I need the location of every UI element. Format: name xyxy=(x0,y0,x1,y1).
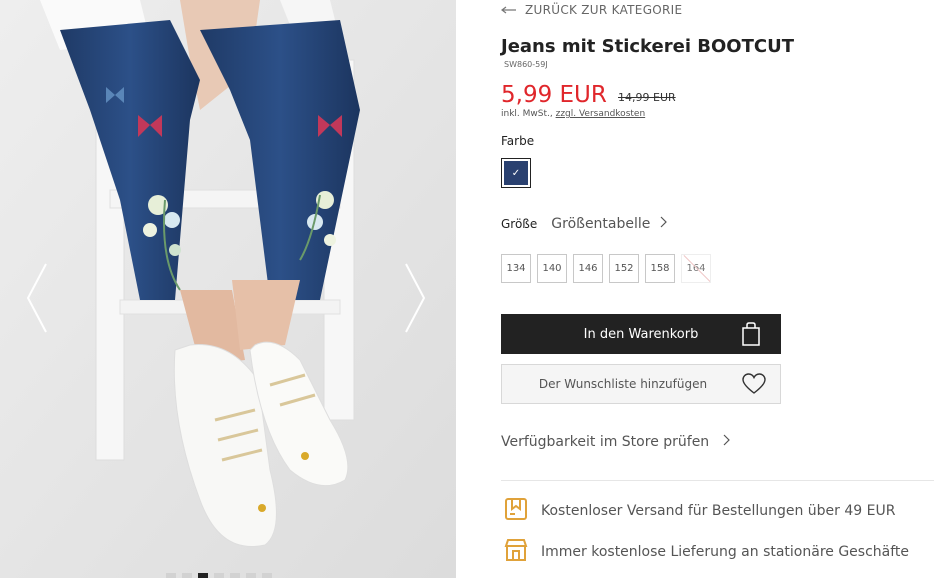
size-chart-link[interactable]: Größentabelle xyxy=(551,216,668,232)
gallery-dot[interactable] xyxy=(198,573,208,578)
product-image-gallery[interactable] xyxy=(0,0,456,578)
add-to-cart-label: In den Warenkorb xyxy=(583,326,699,342)
back-to-category-link[interactable]: ZURÜCK ZUR KATEGORIE xyxy=(501,3,682,17)
vat-info: inkl. MwSt., zzgl. Versandkosten xyxy=(501,109,645,119)
color-label: Farbe xyxy=(501,134,535,148)
benefit-store-delivery-text: Immer kostenlose Lieferung an stationäre… xyxy=(541,544,910,560)
gallery-pagination xyxy=(166,573,272,578)
product-title: Jeans mit Stickerei BOOTCUT xyxy=(501,36,794,57)
size-option-158[interactable]: 158 xyxy=(645,254,675,283)
store-availability-link[interactable]: Verfügbarkeit im Store prüfen xyxy=(501,434,731,450)
back-to-category-label: ZURÜCK ZUR KATEGORIE xyxy=(525,3,683,17)
arrow-left-icon xyxy=(501,6,517,14)
benefit-free-shipping: Kostenloser Versand für Bestellungen übe… xyxy=(503,496,895,526)
gallery-dot[interactable] xyxy=(262,573,272,578)
product-photo xyxy=(0,0,456,578)
shopping-bag-icon xyxy=(741,322,761,350)
shipping-costs-link[interactable]: zzgl. Versandkosten xyxy=(556,109,646,119)
swatch-check-icon: ✓ xyxy=(504,161,528,185)
size-option-164-unavailable: 164 xyxy=(681,254,711,283)
gallery-dot[interactable] xyxy=(166,573,176,578)
size-option-140[interactable]: 140 xyxy=(537,254,567,283)
vat-text: inkl. MwSt., xyxy=(501,109,556,119)
size-option-134[interactable]: 134 xyxy=(501,254,531,283)
gallery-dot[interactable] xyxy=(182,573,192,578)
next-image-arrow-icon[interactable] xyxy=(402,262,428,334)
product-sku: SW860-59J xyxy=(504,60,548,69)
heart-icon xyxy=(742,373,766,398)
divider xyxy=(501,480,934,481)
store-icon xyxy=(503,537,529,567)
size-option-146[interactable]: 146 xyxy=(573,254,603,283)
product-details-panel: ZURÜCK ZUR KATEGORIE Jeans mit Stickerei… xyxy=(501,0,934,578)
add-to-cart-button[interactable]: In den Warenkorb xyxy=(501,314,781,354)
add-to-wishlist-button[interactable]: Der Wunschliste hinzufügen xyxy=(501,364,781,404)
color-swatch-navy[interactable]: ✓ xyxy=(501,158,531,188)
add-to-wishlist-label: Der Wunschliste hinzufügen xyxy=(538,377,708,391)
gallery-dot[interactable] xyxy=(246,573,256,578)
old-price: 14,99 EUR xyxy=(618,91,676,104)
package-icon xyxy=(503,496,529,526)
size-selector: 134 140 146 152 158 164 xyxy=(501,254,711,283)
gallery-dot[interactable] xyxy=(214,573,224,578)
current-price: 5,99 EUR xyxy=(501,82,607,108)
benefit-free-shipping-text: Kostenloser Versand für Bestellungen übe… xyxy=(541,503,896,519)
benefit-store-delivery: Immer kostenlose Lieferung an stationäre… xyxy=(503,537,909,567)
previous-image-arrow-icon[interactable] xyxy=(24,262,50,334)
size-chart-label: Größentabelle xyxy=(551,216,651,232)
size-option-152[interactable]: 152 xyxy=(609,254,639,283)
size-label: Größe xyxy=(501,217,538,231)
store-availability-label: Verfügbarkeit im Store prüfen xyxy=(501,434,710,450)
chevron-right-icon xyxy=(723,434,731,450)
size-header: Größe Größentabelle xyxy=(501,216,668,232)
chevron-right-icon xyxy=(660,216,668,232)
gallery-dot[interactable] xyxy=(230,573,240,578)
